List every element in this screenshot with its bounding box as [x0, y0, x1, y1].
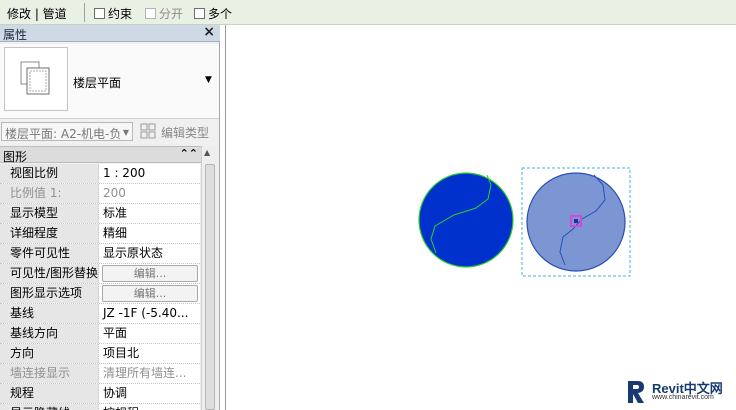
property-row[interactable]: 视图比例 1 : 200	[0, 164, 200, 184]
property-name: 比例值 1:	[0, 184, 99, 203]
edit-button[interactable]: 编辑...	[102, 265, 198, 282]
property-name: 显示模型	[0, 204, 99, 223]
toolbar-separator	[84, 3, 85, 22]
edit-type-icon[interactable]	[140, 123, 156, 139]
instance-filter-value: 楼层平面: A2-机电-负	[5, 127, 122, 141]
collapse-icon[interactable]: ⌃⌃	[180, 147, 198, 160]
pipe-fitting-left[interactable]	[418, 172, 514, 268]
revit-logo-icon	[628, 381, 644, 403]
property-name: 可见性/图形替换	[0, 264, 99, 283]
properties-palette: 属性 × 楼层平面 ▼ 楼层平面: A2-机电-负 ▼ 编辑类型 图形 ⌃⌃ 视…	[0, 24, 220, 410]
property-row[interactable]: 方向 项目北	[0, 344, 200, 364]
property-row[interactable]: 详细程度 精细	[0, 224, 200, 244]
property-value: 清理所有墙连...	[103, 366, 187, 380]
property-row[interactable]: 可见性/图形替换 编辑...	[0, 264, 200, 284]
property-value[interactable]: JZ -1F (-5.40...	[100, 304, 200, 323]
property-value[interactable]: 1 : 200	[100, 164, 200, 183]
scrollbar-thumb[interactable]	[205, 164, 215, 410]
property-name: 方向	[0, 344, 99, 363]
context-tab-title: 修改 | 管道	[7, 7, 67, 21]
checkbox-box[interactable]	[194, 7, 205, 19]
scrollbar[interactable]: ▲	[201, 146, 218, 410]
property-row[interactable]: 比例值 1: 200	[0, 184, 200, 204]
dropdown-arrow-icon[interactable]: ▼	[205, 75, 212, 85]
property-value[interactable]: 平面	[100, 324, 200, 343]
properties-header: 属性 ×	[0, 24, 220, 42]
checkbox-box[interactable]	[94, 7, 105, 19]
close-icon[interactable]: ×	[203, 24, 215, 40]
drawing-canvas[interactable]	[225, 25, 736, 410]
constraint-label: 约束	[108, 6, 133, 21]
multiple-checkbox[interactable]: 多个	[194, 6, 233, 21]
type-selector[interactable]: 楼层平面 ▼	[0, 44, 219, 119]
property-value[interactable]: 精细	[100, 224, 200, 243]
property-row[interactable]: 图形显示选项 编辑...	[0, 284, 200, 304]
constraint-checkbox[interactable]: 约束	[94, 6, 133, 21]
floor-plan-view-icon	[4, 47, 68, 111]
property-row[interactable]: 基线方向 平面	[0, 324, 200, 344]
property-value[interactable]: 标准	[100, 204, 200, 223]
property-row[interactable]: 规程 协调	[0, 384, 200, 404]
property-name: 显示隐藏线	[0, 404, 99, 410]
checkbox-box	[145, 7, 156, 19]
property-value[interactable]: 协调	[100, 384, 200, 403]
canvas-drawing	[418, 167, 631, 277]
edit-type-button[interactable]: 编辑类型	[161, 124, 209, 141]
type-name: 楼层平面	[73, 76, 122, 90]
property-name: 墙连接显示	[0, 364, 99, 383]
property-row[interactable]: 零件可见性 显示原状态	[0, 244, 200, 264]
watermark: Revit中文网 www.chinarevit.com	[624, 376, 734, 408]
multiple-label: 多个	[208, 6, 233, 21]
property-name: 视图比例	[0, 164, 99, 183]
property-value[interactable]: 按规程	[100, 404, 200, 410]
grip-center	[574, 219, 578, 223]
instance-filter-row: 楼层平面: A2-机电-负 ▼ 编辑类型	[0, 120, 219, 142]
group-header-graphics[interactable]: 图形 ⌃⌃	[0, 146, 210, 164]
disconnect-label: 分开	[159, 6, 184, 21]
watermark-url: www.chinarevit.com	[652, 394, 714, 401]
edit-button[interactable]: 编辑...	[102, 285, 198, 302]
property-name: 详细程度	[0, 224, 99, 243]
property-value: 200	[103, 186, 126, 200]
pipe-fitting-right-selected[interactable]	[521, 167, 631, 277]
property-row[interactable]: 墙连接显示 清理所有墙连...	[0, 364, 200, 384]
property-name: 基线	[0, 304, 99, 323]
scroll-up-icon[interactable]: ▲	[204, 148, 210, 157]
property-name: 基线方向	[0, 324, 99, 343]
property-name: 图形显示选项	[0, 284, 99, 303]
property-row[interactable]: 基线 JZ -1F (-5.40...	[0, 304, 200, 324]
property-name: 规程	[0, 384, 99, 403]
property-value[interactable]: 项目北	[100, 344, 200, 363]
property-row[interactable]: 显示隐藏线按规程	[0, 404, 200, 410]
disconnect-checkbox: 分开	[145, 6, 184, 21]
group-title: 图形	[3, 150, 28, 164]
property-grid: 视图比例 1 : 200 比例值 1: 200 显示模型 标准 详细程度 精细 零件可见性 显示原…	[0, 164, 200, 410]
chevron-down-icon[interactable]: ▼	[123, 128, 129, 137]
property-value[interactable]: 显示原状态	[100, 244, 200, 263]
properties-title: 属性	[3, 28, 28, 42]
instance-filter-select[interactable]: 楼层平面: A2-机电-负 ▼	[1, 122, 133, 141]
property-name: 零件可见性	[0, 244, 99, 263]
context-ribbon-bar: 修改 | 管道 约束 分开 多个	[0, 0, 736, 25]
property-row[interactable]: 显示模型 标准	[0, 204, 200, 224]
